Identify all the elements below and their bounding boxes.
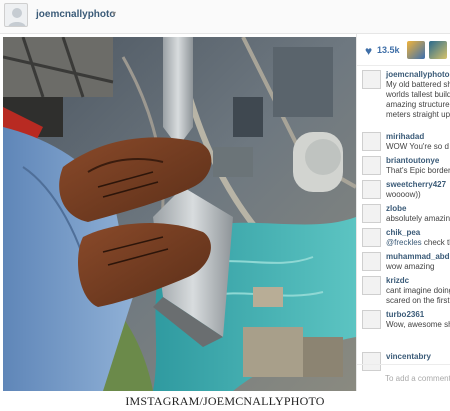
comment-username[interactable]: krizdc [386, 276, 409, 285]
top-bar: joemcnallyphoto ▾ [0, 0, 450, 34]
add-comment-input[interactable] [385, 371, 450, 385]
comment-username[interactable]: turbo2361 [386, 310, 424, 319]
comment-username[interactable]: vincentabry [386, 352, 431, 361]
commenter-avatar[interactable] [362, 204, 381, 223]
commenter-avatar[interactable] [362, 132, 381, 151]
comment-text: cant imagine doing [386, 286, 450, 295]
comment-text: My old battered sh [386, 80, 450, 89]
add-comment-row [357, 364, 450, 391]
commenter-avatar[interactable] [362, 228, 381, 247]
liker-avatar[interactable] [429, 41, 447, 59]
comment-text: amazing structure [386, 100, 450, 109]
post-photo[interactable] [3, 37, 356, 391]
heart-icon[interactable]: ♥ [365, 44, 372, 58]
commenter-avatar[interactable] [362, 252, 381, 271]
comment-username[interactable]: joemcnallyphoto [386, 70, 450, 79]
comment-text: @freckles check th [386, 238, 450, 248]
likes-row: ♥ 13.5k [357, 34, 450, 66]
comment-username[interactable]: mirihadad [386, 132, 424, 141]
comment-username[interactable]: zlobe [386, 204, 406, 213]
comment-username[interactable]: muhammad_abd [386, 252, 450, 261]
likes-count[interactable]: 13.5k [377, 45, 400, 55]
comment-text: absolutely amazing [386, 214, 450, 223]
user-silhouette-icon [8, 8, 26, 26]
commenter-avatar[interactable] [362, 70, 381, 89]
mention-link[interactable]: @freckles [386, 238, 422, 247]
commenter-avatar[interactable] [362, 156, 381, 175]
profile-avatar[interactable] [4, 3, 28, 27]
image-caption: IMSTAGRAM/JOEMCNALLYPHOTO [125, 394, 325, 408]
liker-avatar[interactable] [407, 41, 425, 59]
comment-username[interactable]: sweetcherry427 [386, 180, 446, 189]
comment-text: woooow)) [386, 190, 421, 199]
comment-text: Wow, awesome sh [386, 320, 450, 329]
comment-text: That's Epic border [386, 166, 450, 175]
commenter-avatar[interactable] [362, 276, 381, 295]
comment-username[interactable]: chik_pea [386, 228, 420, 237]
commenter-avatar[interactable] [362, 310, 381, 329]
comment-text: wow amazing [386, 262, 435, 271]
comment-username[interactable]: briantoutonye [386, 156, 439, 165]
caption-bar: IMSTAGRAM/JOEMCNALLYPHOTO [0, 391, 450, 411]
comment-text: meters straight up [386, 110, 450, 119]
comment-text: WOW You're so d [386, 142, 449, 151]
city-from-above-image [3, 37, 356, 391]
username-link[interactable]: joemcnallyphoto [36, 9, 115, 20]
chevron-down-icon[interactable]: ▾ [112, 9, 116, 18]
commenter-avatar[interactable] [362, 180, 381, 199]
comments-panel: ♥ 13.5k joemcnallyphoto My old battered … [356, 34, 450, 391]
comment-text-part: check th [423, 238, 450, 247]
comment-text: worlds tallest build [386, 90, 450, 99]
comment-text: scared on the first [386, 296, 450, 305]
